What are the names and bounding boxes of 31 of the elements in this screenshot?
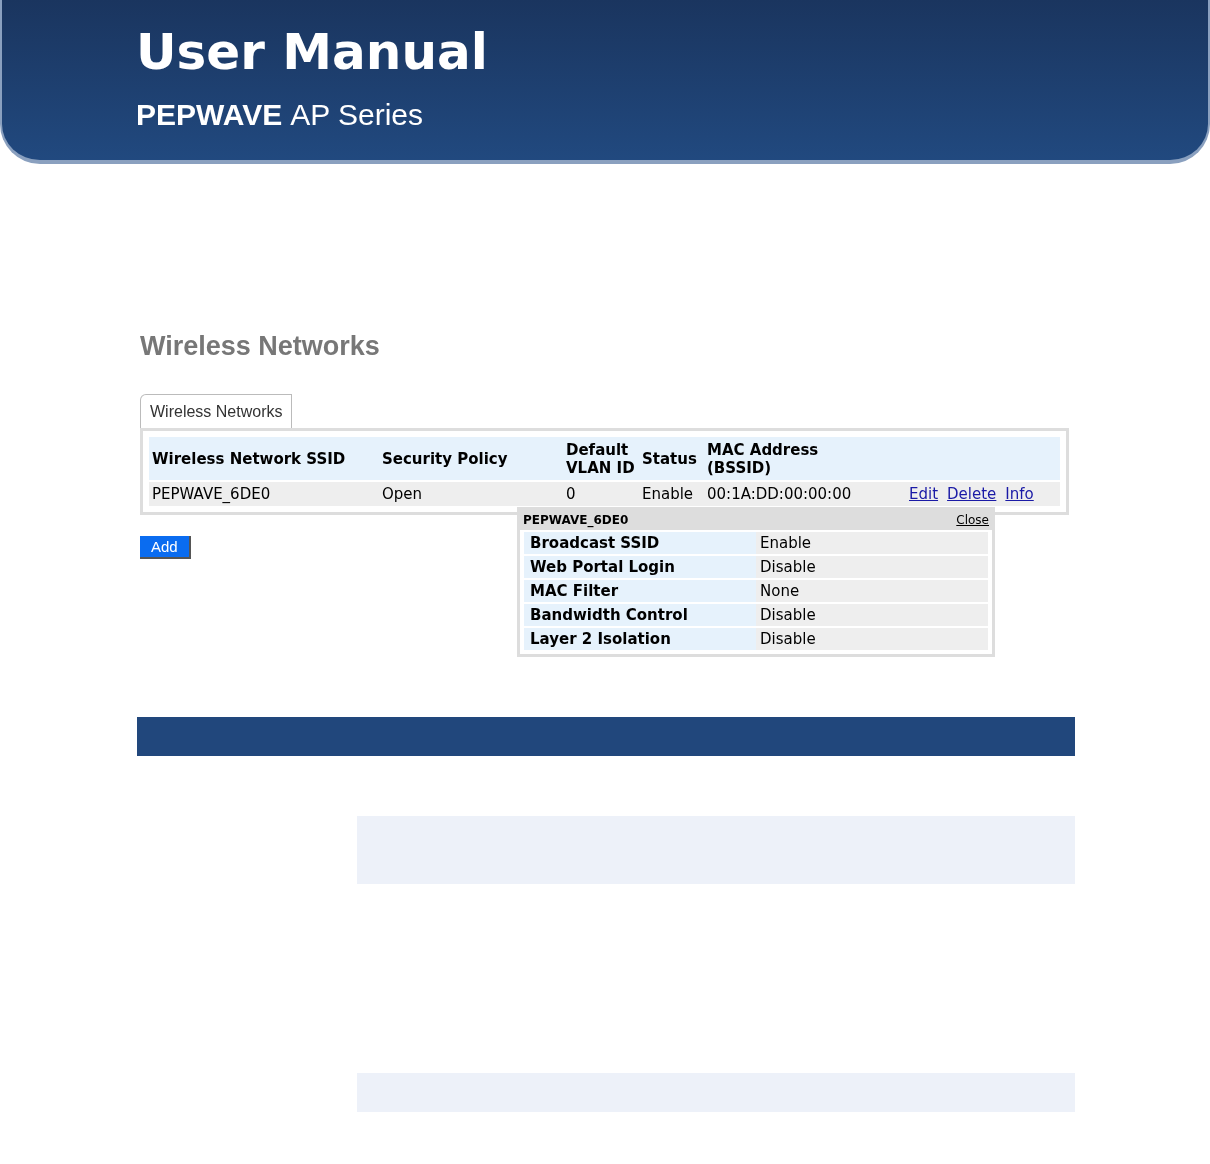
setting-label: MAC Filter	[524, 580, 756, 602]
table-cell-text: PEPWAVE_6DE0	[151, 483, 272, 505]
column-header: MAC Address (BSSID)	[706, 440, 820, 477]
action-link[interactable]: Edit	[909, 482, 939, 506]
column-header: Wireless Network SSID	[151, 449, 347, 468]
table-cell-text: 0	[565, 483, 577, 505]
manual-title: User Manual	[136, 22, 488, 82]
close-link[interactable]: Close	[956, 511, 989, 529]
setting-value: Disable	[756, 556, 988, 578]
setting-label: Broadcast SSID	[524, 532, 756, 554]
table-cell-text: Open	[381, 483, 424, 505]
column-header: Security Policy	[381, 449, 509, 468]
setting-label: Bandwidth Control	[524, 604, 756, 626]
setting-value: Disable	[756, 628, 988, 650]
column-header: Status	[641, 449, 698, 468]
setting-value: Enable	[756, 532, 988, 554]
page-title: Wireless Networks	[140, 330, 380, 362]
tab[interactable]: Wireless Networks	[140, 394, 293, 428]
setting-value: Disable	[756, 604, 988, 626]
action-link[interactable]: Info	[1005, 482, 1034, 506]
column-header: Default VLAN ID	[565, 440, 636, 477]
action-link[interactable]: Delete	[947, 482, 997, 506]
add-button[interactable]: Add	[140, 536, 191, 559]
series-name: AP Series	[290, 97, 423, 133]
popup-title: PEPWAVE_6DE0	[523, 512, 629, 529]
setting-label: Layer 2 Isolation	[524, 628, 756, 650]
brand-name: PEPWAVE	[136, 97, 283, 133]
table-cell-text: Enable	[641, 483, 695, 505]
table-cell-text: 00:1A:DD:00:00:00	[706, 483, 853, 505]
setting-value: None	[756, 580, 988, 602]
setting-label: Web Portal Login	[524, 556, 756, 578]
